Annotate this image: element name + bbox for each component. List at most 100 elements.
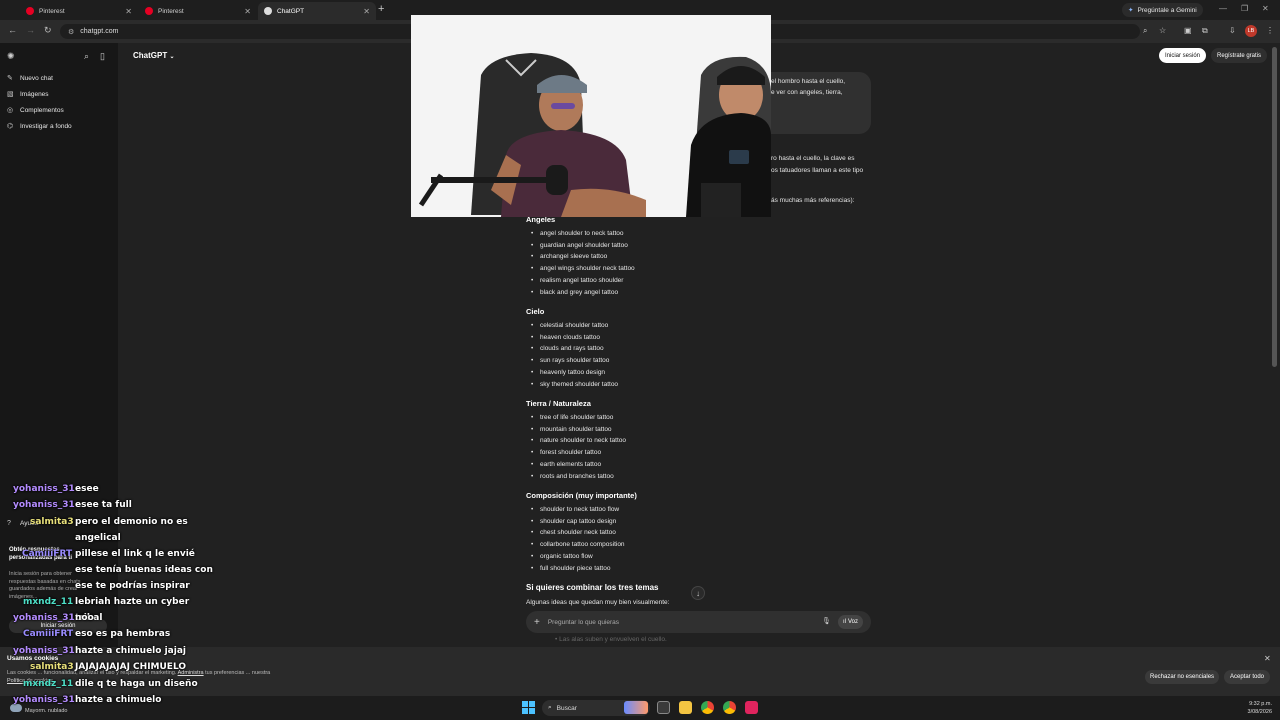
chat-text: dile q te haga un diseño	[75, 679, 198, 689]
back-icon[interactable]: ←	[8, 25, 17, 35]
chat-text: pero el demonio no es angelical	[75, 517, 188, 543]
plus-icon[interactable]: +	[534, 617, 540, 628]
profile-avatar[interactable]: LB	[1245, 25, 1257, 37]
clock-time: 9:32 p.m.	[1249, 701, 1272, 707]
list-item: sun rays shoulder tattoo	[531, 357, 609, 364]
tab-label: ChatGPT	[277, 7, 305, 15]
windows-start-button[interactable]	[522, 701, 535, 714]
search-icon[interactable]: ⌕	[84, 51, 89, 62]
new-tab-button[interactable]: +	[378, 3, 384, 15]
edit-icon: ✎	[7, 75, 13, 82]
webcam-overlay	[411, 15, 771, 217]
weather-text[interactable]: Mayorm. nublado	[25, 708, 68, 714]
file-explorer-icon[interactable]	[679, 701, 692, 714]
list-item: black and grey angel tattoo	[531, 289, 618, 296]
reject-cookies-button[interactable]: Rechazar no esenciales	[1145, 670, 1220, 684]
close-window-icon[interactable]: ✕	[1262, 4, 1269, 13]
sidebar-toggle-icon[interactable]: ▯	[100, 51, 105, 62]
list-item: guardian angel shoulder tattoo	[531, 242, 628, 249]
chat-username: yohaniss_31	[13, 500, 75, 510]
extensions-icon[interactable]: ▣	[1184, 26, 1192, 35]
sidebar-item-deep-research[interactable]: ⌬ Investigar a fondo	[7, 122, 72, 131]
list-item: archangel sleeve tattoo	[531, 253, 607, 260]
chatgpt-icon	[264, 7, 272, 15]
sidebar-item-label: Investigar a fondo	[20, 122, 72, 130]
sidebar-item-plugins[interactable]: ◎ Complementos	[7, 106, 64, 115]
list-item: angel wings shoulder neck tattoo	[531, 265, 635, 272]
composer-placeholder[interactable]: Preguntar lo que quieras	[548, 619, 619, 626]
bookmark-star-icon[interactable]: ☆	[1159, 26, 1166, 35]
chat-text: pillese el link q le envié ese tenía bue…	[75, 549, 213, 591]
telescope-icon: ⌬	[7, 123, 14, 130]
browser-tab-pinterest-2[interactable]: Pinterest ✕	[139, 2, 257, 20]
openai-logo-icon[interactable]: ✺	[7, 51, 15, 62]
sidebar-item-new-chat[interactable]: ✎ Nuevo chat	[7, 74, 53, 83]
sidebar-item-label: Complementos	[20, 106, 64, 114]
list-item: heavenly tattoo design	[531, 369, 605, 376]
search-highlight-icon[interactable]	[624, 701, 648, 714]
sidebar-item-images[interactable]: ▧ Imágenes	[7, 90, 49, 99]
reload-icon[interactable]: ↻	[44, 25, 52, 36]
gemini-label: Pregúntale a Gemini	[1137, 6, 1197, 14]
section-subtitle: Algunas ideas que quedan muy bien visual…	[526, 599, 670, 606]
zoom-icon[interactable]: ⌕	[1143, 26, 1147, 36]
close-icon[interactable]: ✕	[125, 7, 132, 16]
prompt-composer[interactable]: + Preguntar lo que quieras 🎙︎ ıl Voz	[526, 611, 871, 633]
voice-label: Voz	[848, 619, 859, 625]
chat-text: esee	[75, 484, 99, 494]
signup-button[interactable]: Regístrate gratis	[1211, 48, 1268, 63]
list-item: shoulder to neck tattoo flow	[531, 506, 619, 513]
system-clock[interactable]: 9:32 p.m. 3/08/2026	[1238, 700, 1272, 716]
waveform-icon: ıl	[843, 619, 846, 625]
chat-username: yohaniss_31	[13, 695, 75, 705]
list-item: tree of life shoulder tattoo	[531, 414, 613, 421]
site-info-icon[interactable]: ⚙	[68, 28, 74, 36]
reply-text: ro hasta el cuello, la clave es	[771, 155, 855, 162]
minimize-icon[interactable]: —	[1219, 4, 1227, 13]
chat-username: salmita3	[30, 517, 74, 527]
menu-dots-icon[interactable]: ⋮	[1266, 26, 1274, 35]
section-title: Tierra / Naturaleza	[526, 399, 591, 408]
list-item: forest shoulder tattoo	[531, 449, 601, 456]
reply-text: os tatuadores llaman a este tipo	[771, 167, 864, 174]
puzzle-icon[interactable]: ⧉	[1202, 26, 1208, 36]
close-icon[interactable]: ✕	[1264, 654, 1271, 663]
browser-tab-pinterest-1[interactable]: Pinterest ✕	[20, 2, 138, 20]
task-view-icon[interactable]	[657, 701, 670, 714]
chrome-profile-icon[interactable]	[723, 701, 736, 714]
tiktok-live-icon[interactable]	[745, 701, 758, 714]
list-item: angel shoulder to neck tattoo	[531, 230, 624, 237]
list-item: sky themed shoulder tattoo	[531, 381, 618, 388]
chat-text: JAJAJAJAJAJ CHIMUELO	[75, 662, 187, 672]
chat-text: hazte a chimuelo	[75, 695, 162, 705]
chat-username: yohaniss_31	[13, 484, 75, 494]
voice-button[interactable]: ıl Voz	[838, 615, 864, 629]
reply-text: ás muchas más referencias):	[771, 197, 855, 204]
section-title: Composición (muy importante)	[526, 491, 637, 500]
scrollbar[interactable]	[1272, 47, 1277, 367]
accept-cookies-button[interactable]: Aceptar todo	[1224, 670, 1271, 684]
list-item: heaven clouds tattoo	[531, 334, 600, 341]
chrome-icon[interactable]	[701, 701, 714, 714]
gemini-button[interactable]: ✦ Pregúntale a Gemini	[1122, 3, 1203, 17]
scroll-down-button[interactable]: ↓	[691, 586, 705, 600]
list-item: clouds and rays tattoo	[531, 345, 604, 352]
list-item: mountain shoulder tattoo	[531, 426, 612, 433]
login-button[interactable]: Iniciar sesión	[1159, 48, 1207, 63]
user-message-line: e ver con angeles, tierra,	[771, 89, 843, 96]
chat-username: salmita3	[30, 662, 74, 672]
faded-list-item: • Las alas suben y envuelven el cuello.	[555, 636, 667, 643]
model-selector[interactable]: ChatGPT ⌄	[133, 51, 175, 60]
url-text: chatgpt.com	[80, 28, 119, 35]
downloads-icon[interactable]: ⇩	[1229, 26, 1236, 35]
microphone-icon[interactable]: 🎙︎	[822, 617, 831, 625]
browser-tab-chatgpt[interactable]: ChatGPT ✕	[258, 2, 376, 20]
chat-text: noo	[75, 613, 94, 623]
chat-username: mxndz_11	[23, 679, 74, 689]
restore-icon[interactable]: ❐	[1241, 4, 1248, 13]
close-icon[interactable]: ✕	[244, 7, 251, 16]
sidebar-item-label: Nuevo chat	[20, 74, 53, 82]
forward-icon[interactable]: →	[26, 25, 35, 35]
apps-icon: ◎	[7, 107, 14, 114]
close-icon[interactable]: ✕	[363, 7, 370, 16]
